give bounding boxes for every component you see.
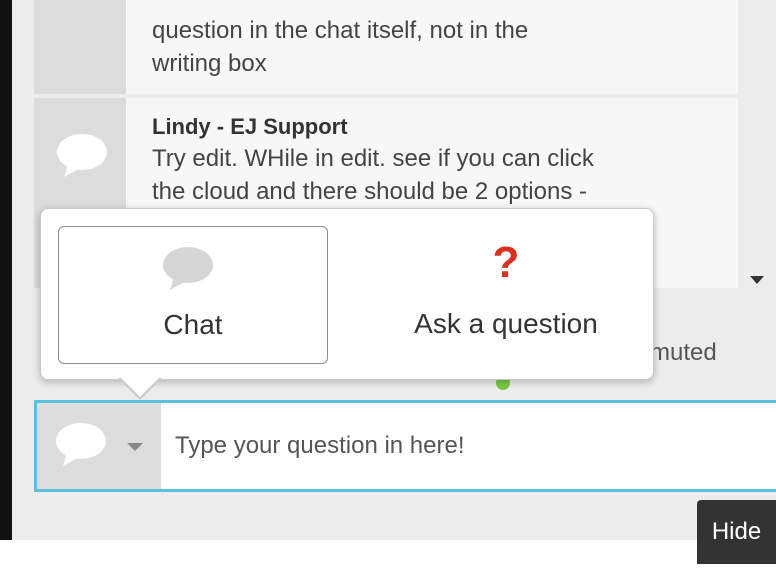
message-body: Lindy - EJ Support Try edit. WHile in ed… (152, 112, 728, 208)
message-avatar (34, 0, 126, 94)
message-text-line: the cloud and there should be 2 options … (152, 178, 587, 205)
muted-status: muted (650, 339, 717, 366)
question-mark-icon: ? (492, 238, 520, 287)
message-body: question in the chat itself, not in the … (152, 14, 728, 80)
message-text-line: Try edit. WHile in edit. see if you can … (152, 145, 594, 172)
message-type-toggle[interactable] (37, 403, 161, 489)
caret-down-icon (127, 443, 143, 451)
scroll-down-arrow-icon[interactable] (750, 276, 764, 284)
hide-button[interactable]: Hide (697, 500, 776, 564)
bottom-strip (0, 540, 776, 573)
chat-message: question in the chat itself, not in the … (34, 0, 738, 94)
ask-question-option-button[interactable]: ? Ask a question (371, 226, 641, 364)
message-type-popup: Chat ? Ask a question (40, 208, 654, 380)
question-input[interactable] (175, 403, 775, 489)
message-composer (34, 400, 776, 492)
left-edge-bar (0, 0, 12, 540)
speech-bubble-icon (56, 423, 106, 466)
chat-option-button[interactable]: Chat (58, 226, 328, 364)
speech-bubble-icon (57, 134, 107, 177)
chat-bubble-icon (163, 247, 213, 290)
ask-question-option-label: Ask a question (414, 308, 598, 339)
popup-pointer-fill (120, 377, 160, 397)
chat-option-label: Chat (163, 309, 223, 340)
message-text-line: question in the chat itself, not in the (152, 17, 529, 44)
message-author: Lindy - EJ Support (152, 114, 348, 139)
message-text-line: writing box (152, 50, 267, 77)
